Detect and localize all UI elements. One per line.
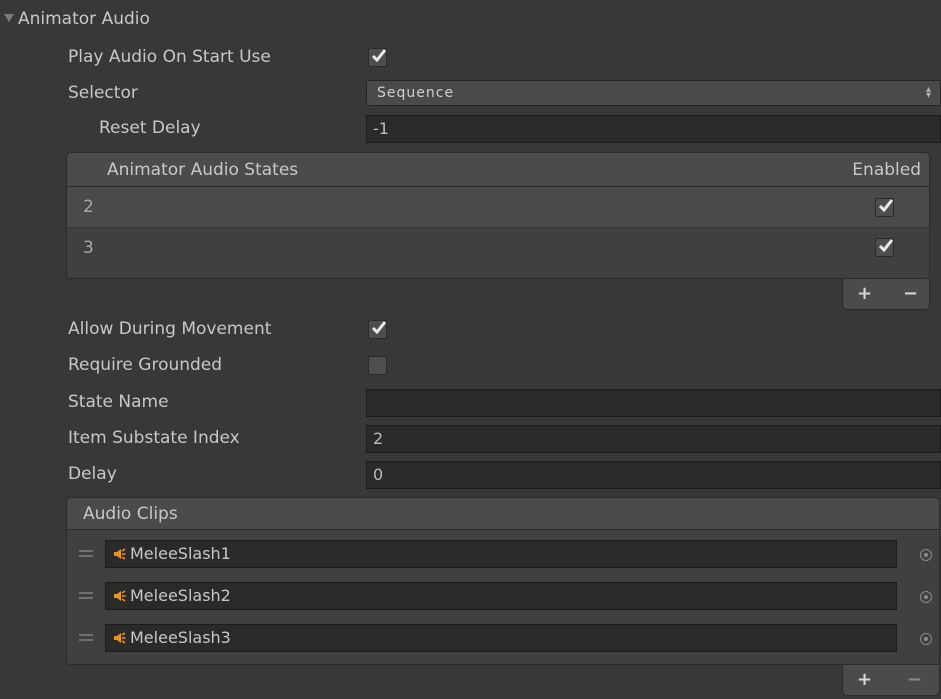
clips-list-title: Audio Clips <box>83 504 178 524</box>
foldout-triangle-icon[interactable] <box>4 14 14 22</box>
delay-label: Delay <box>68 464 117 484</box>
audio-clip-icon <box>114 590 126 602</box>
clips-remove-button[interactable]: − <box>907 671 922 689</box>
audio-clip-icon <box>114 632 126 644</box>
foldout-title: Animator Audio <box>18 9 150 29</box>
enabled-column-label: Enabled <box>852 160 921 180</box>
clip-list-item[interactable]: MeleeSlash2 <box>67 580 939 612</box>
states-list-body: 2 3 <box>66 187 930 279</box>
clips-list-footer: + − <box>842 665 940 696</box>
state-enabled-checkbox[interactable] <box>875 198 894 217</box>
state-row-label: 3 <box>83 238 94 258</box>
state-row[interactable]: 3 <box>67 229 929 269</box>
states-remove-button[interactable]: − <box>903 285 918 303</box>
popup-arrows-icon: ▴ ▾ <box>925 84 932 101</box>
clip-list-item[interactable]: MeleeSlash1 <box>67 538 939 570</box>
drag-handle-icon[interactable] <box>79 550 93 557</box>
clip-object-field[interactable]: MeleeSlash3 <box>105 624 897 652</box>
require-grounded-checkbox[interactable] <box>368 356 387 375</box>
drag-handle-icon[interactable] <box>79 592 93 599</box>
object-picker-icon[interactable] <box>920 549 932 561</box>
states-add-button[interactable]: + <box>857 285 872 303</box>
selector-value: Sequence <box>377 85 455 101</box>
animator-audio-foldout[interactable]: Animator Audio <box>0 0 941 36</box>
object-picker-icon[interactable] <box>920 591 932 603</box>
state-row[interactable]: 2 <box>67 187 929 228</box>
delay-value: 0 <box>373 465 384 484</box>
states-list-footer: + − <box>842 279 930 310</box>
state-enabled-checkbox[interactable] <box>875 238 894 257</box>
object-picker-icon[interactable] <box>920 633 932 645</box>
reset-delay-field[interactable]: -1 <box>366 115 941 143</box>
play-audio-label: Play Audio On Start Use <box>68 47 271 67</box>
checkmark-icon <box>371 321 387 335</box>
reset-delay-label: Reset Delay <box>99 118 201 138</box>
states-list-title: Animator Audio States <box>107 160 299 180</box>
clip-object-field[interactable]: MeleeSlash1 <box>105 540 897 568</box>
clips-list-body: MeleeSlash1 MeleeSlash2 MeleeSlash3 <box>66 530 940 665</box>
clip-name: MeleeSlash2 <box>130 586 231 605</box>
clips-add-button[interactable]: + <box>857 671 872 689</box>
state-row-label: 2 <box>83 197 94 217</box>
state-name-field[interactable] <box>366 389 941 417</box>
item-substate-index-value: 2 <box>373 429 384 448</box>
allow-during-movement-checkbox[interactable] <box>368 320 387 339</box>
audio-clip-icon <box>114 548 126 560</box>
states-list-header: Animator Audio States Enabled <box>66 152 930 187</box>
checkmark-icon <box>371 49 387 63</box>
selector-dropdown[interactable]: Sequence ▴ ▾ <box>366 80 941 106</box>
item-substate-index-field[interactable]: 2 <box>366 425 941 453</box>
checkmark-icon <box>878 239 894 253</box>
selector-label: Selector <box>68 83 138 103</box>
clips-list-header: Audio Clips <box>66 497 940 530</box>
state-name-label: State Name <box>68 392 169 412</box>
clip-name: MeleeSlash1 <box>130 544 231 563</box>
clip-name: MeleeSlash3 <box>130 628 231 647</box>
reset-delay-value: -1 <box>373 119 389 138</box>
allow-during-movement-label: Allow During Movement <box>68 319 272 339</box>
require-grounded-label: Require Grounded <box>68 355 223 375</box>
clip-list-item[interactable]: MeleeSlash3 <box>67 622 939 654</box>
item-substate-index-label: Item Substate Index <box>68 428 240 448</box>
play-audio-checkbox[interactable] <box>368 48 387 67</box>
delay-field[interactable]: 0 <box>366 461 941 489</box>
drag-handle-icon[interactable] <box>79 634 93 641</box>
checkmark-icon <box>878 199 894 213</box>
clip-object-field[interactable]: MeleeSlash2 <box>105 582 897 610</box>
